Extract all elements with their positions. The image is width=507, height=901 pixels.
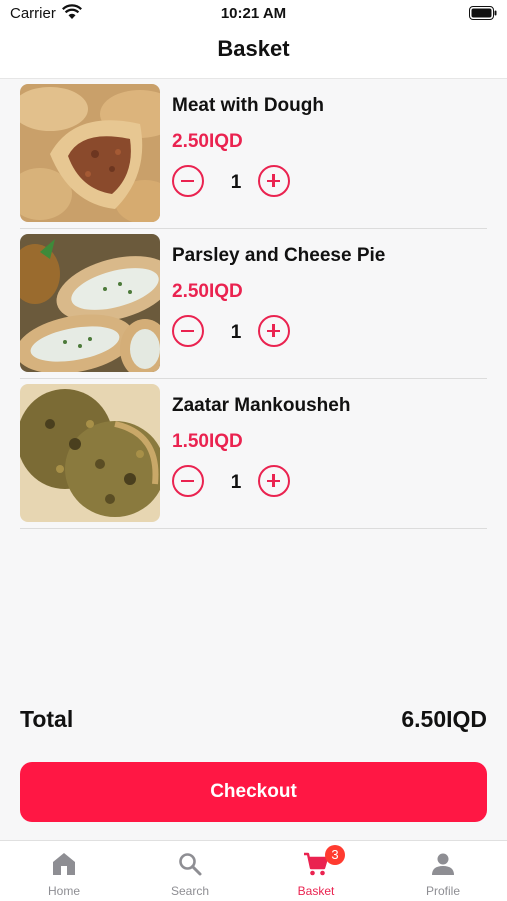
item-name: Zaatar Mankousheh (172, 395, 351, 416)
item-name: Meat with Dough (172, 95, 324, 116)
tab-label: Basket (297, 884, 335, 898)
tab-label: Profile (425, 884, 460, 898)
navigation-bar: Carrier 10:21 AM Basket (0, 0, 507, 79)
product-image (20, 84, 160, 222)
tab-label: Search (170, 884, 210, 898)
battery-icon (469, 6, 497, 20)
search-icon (179, 853, 202, 876)
home-icon (53, 853, 75, 875)
tab-label: Home (47, 884, 80, 898)
increase-quantity-button[interactable] (258, 465, 290, 497)
tab-basket[interactable]: 3 Basket (253, 841, 379, 901)
status-bar: Carrier 10:21 AM (0, 0, 507, 28)
page-title: Basket (217, 36, 290, 61)
minus-icon (181, 479, 194, 482)
decrease-quantity-button[interactable] (172, 465, 204, 497)
total-value: 6.50IQD (401, 706, 487, 732)
tab-profile[interactable]: Profile (380, 841, 506, 901)
person-icon (432, 853, 454, 875)
increase-quantity-button[interactable] (258, 165, 290, 197)
basket-item: Zaatar Mankousheh 1.50IQD 1 (20, 379, 487, 529)
tab-home[interactable]: Home (1, 841, 127, 901)
tab-search[interactable]: Search (127, 841, 253, 901)
basket-item: Parsley and Cheese Pie 2.50IQD 1 (20, 229, 487, 379)
quantity-stepper: 1 (172, 315, 302, 351)
total-label: Total (20, 706, 74, 732)
cart-count-badge: 3 (325, 845, 345, 865)
item-price: 2.50IQD (172, 131, 243, 152)
quantity-value: 1 (230, 172, 242, 193)
minus-icon (181, 329, 194, 332)
quantity-value: 1 (230, 472, 242, 493)
product-image (20, 384, 160, 522)
quantity-stepper: 1 (172, 165, 302, 201)
basket-item: Meat with Dough 2.50IQD 1 (20, 79, 487, 229)
increase-quantity-button[interactable] (258, 315, 290, 347)
tab-bar: Home Search 3 Basket Profile (0, 840, 507, 901)
divider (20, 528, 487, 529)
item-price: 2.50IQD (172, 281, 243, 302)
decrease-quantity-button[interactable] (172, 315, 204, 347)
clock: 10:21 AM (220, 5, 287, 22)
quantity-value: 1 (230, 322, 242, 343)
checkout-button[interactable]: Checkout (20, 762, 487, 822)
quantity-stepper: 1 (172, 465, 302, 501)
minus-icon (181, 179, 194, 182)
decrease-quantity-button[interactable] (172, 165, 204, 197)
product-image (20, 234, 160, 372)
item-name: Parsley and Cheese Pie (172, 245, 386, 266)
item-price: 1.50IQD (172, 431, 243, 452)
